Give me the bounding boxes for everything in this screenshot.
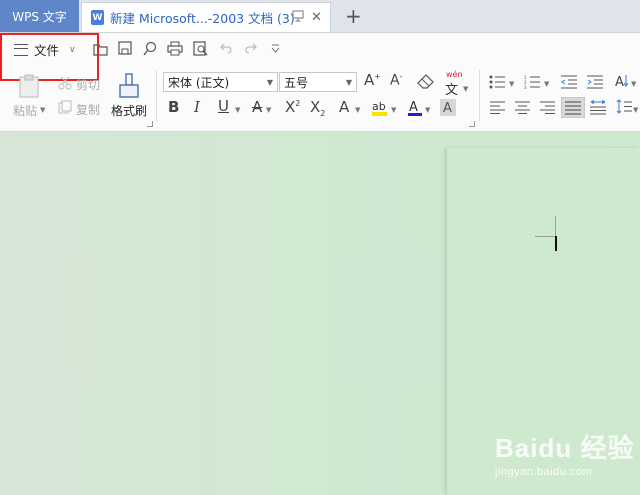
numbered-list-icon[interactable]: 123 (524, 75, 540, 89)
font-size-value: 五号 (284, 75, 309, 90)
phonetic-dropdown-icon[interactable]: ▼ (463, 85, 468, 93)
strikethrough-dropdown-icon[interactable]: ▼ (266, 106, 271, 114)
paste-label: 粘贴 (13, 104, 38, 118)
print-preview-icon[interactable] (193, 41, 208, 56)
tab-bar: WPS 文字 W 新建 Microsoft...-2003 文档 (3) ✕ + (0, 0, 640, 33)
font-color-icon[interactable]: A (407, 99, 423, 117)
paste-dropdown-icon[interactable]: ▼ (40, 106, 45, 114)
monitor-icon[interactable] (292, 10, 304, 25)
bullet-list-icon[interactable] (489, 75, 505, 89)
svg-text:A: A (615, 75, 624, 89)
svg-text:ab: ab (372, 100, 386, 113)
decrease-font-size-icon[interactable]: A- (390, 73, 402, 88)
bullet-list-dropdown-icon[interactable]: ▼ (509, 80, 514, 88)
app-tab[interactable]: WPS 文字 (0, 0, 79, 32)
copy-icon[interactable] (58, 100, 72, 114)
font-family-dropdown-icon: ▼ (266, 78, 273, 87)
close-tab-icon[interactable]: ✕ (311, 10, 322, 25)
svg-text:3: 3 (524, 85, 527, 89)
document-tab-title: 新建 Microsoft...-2003 文档 (3) (110, 11, 295, 26)
font-dialog-launcher[interactable] (469, 121, 475, 127)
font-family-select[interactable]: 宋体 (正文) ▼ (163, 72, 278, 92)
svg-text:A: A (409, 100, 418, 115)
line-spacing-icon[interactable] (616, 99, 632, 114)
text-direction-dropdown-icon[interactable]: ▼ (631, 80, 636, 88)
align-left-icon[interactable] (490, 101, 505, 114)
highlight-dropdown-icon[interactable]: ▼ (391, 106, 396, 114)
baidu-jingyan-watermark: Baidu 经验 jingyan.baidu.com (495, 428, 634, 478)
new-tab-plus-icon[interactable]: + (345, 4, 362, 28)
italic-icon[interactable]: I (194, 100, 200, 115)
increase-font-size-icon[interactable]: A+ (364, 73, 381, 88)
font-size-select[interactable]: 五号 ▼ (279, 72, 357, 92)
output-pdf-icon[interactable] (143, 41, 157, 56)
line-spacing-dropdown-icon[interactable]: ▼ (633, 106, 638, 114)
text-effect-icon[interactable]: A (339, 100, 349, 115)
font-family-value: 宋体 (正文) (168, 75, 230, 90)
open-folder-icon[interactable] (93, 42, 109, 56)
group-divider (156, 70, 157, 122)
clipboard-dialog-launcher[interactable] (147, 121, 153, 127)
text-cursor (555, 236, 557, 251)
print-icon[interactable] (167, 41, 183, 56)
clear-format-eraser-icon[interactable] (417, 74, 434, 89)
phonetic-pinyin: wén (446, 70, 463, 79)
bold-icon[interactable]: B (168, 100, 179, 115)
align-right-icon[interactable] (540, 101, 555, 114)
decrease-indent-icon[interactable] (561, 75, 577, 89)
redo-icon[interactable] (245, 43, 257, 54)
cut-icon[interactable] (58, 76, 72, 90)
justify-icon[interactable] (561, 97, 585, 118)
margin-corner-mark (535, 236, 555, 237)
highlight-box (0, 33, 99, 81)
word-document-icon: W (91, 10, 104, 25)
copy-label: 复制 (76, 103, 101, 117)
undo-icon[interactable] (220, 43, 232, 54)
margin-corner-mark (555, 216, 556, 236)
font-color-dropdown-icon[interactable]: ▼ (425, 106, 430, 114)
distributed-align-icon[interactable] (590, 100, 606, 115)
superscript-icon[interactable]: X2 (285, 100, 300, 115)
underline-icon[interactable]: U (218, 99, 229, 114)
group-divider (479, 70, 480, 122)
align-center-icon[interactable] (515, 101, 530, 114)
character-shading-icon[interactable]: A (440, 99, 456, 116)
font-size-dropdown-icon: ▼ (345, 78, 352, 87)
watermark-sub: jingyan.baidu.com (495, 466, 593, 478)
app-tab-label: WPS 文字 (12, 9, 67, 24)
customize-dropdown-icon[interactable] (271, 44, 280, 53)
svg-text:A: A (443, 101, 452, 116)
strikethrough-icon[interactable]: A (252, 100, 262, 115)
subscript-icon[interactable]: X2 (310, 100, 325, 118)
format-painter-label: 格式刷 (111, 104, 148, 118)
numbered-list-dropdown-icon[interactable]: ▼ (544, 80, 549, 88)
increase-indent-icon[interactable] (587, 75, 603, 89)
phonetic-char: 文 (445, 83, 459, 98)
format-painter-icon[interactable] (117, 73, 141, 99)
highlight-color-icon[interactable]: ab (371, 99, 389, 117)
text-direction-icon[interactable]: A (614, 73, 630, 89)
underline-dropdown-icon[interactable]: ▼ (235, 106, 240, 114)
save-icon[interactable] (118, 41, 132, 55)
text-effect-dropdown-icon[interactable]: ▼ (355, 106, 360, 114)
document-tab[interactable]: W 新建 Microsoft...-2003 文档 (3) ✕ (81, 2, 331, 32)
paste-icon[interactable] (18, 74, 40, 98)
watermark-main: Baidu 经验 (495, 433, 635, 463)
cut-label: 剪切 (76, 78, 101, 92)
